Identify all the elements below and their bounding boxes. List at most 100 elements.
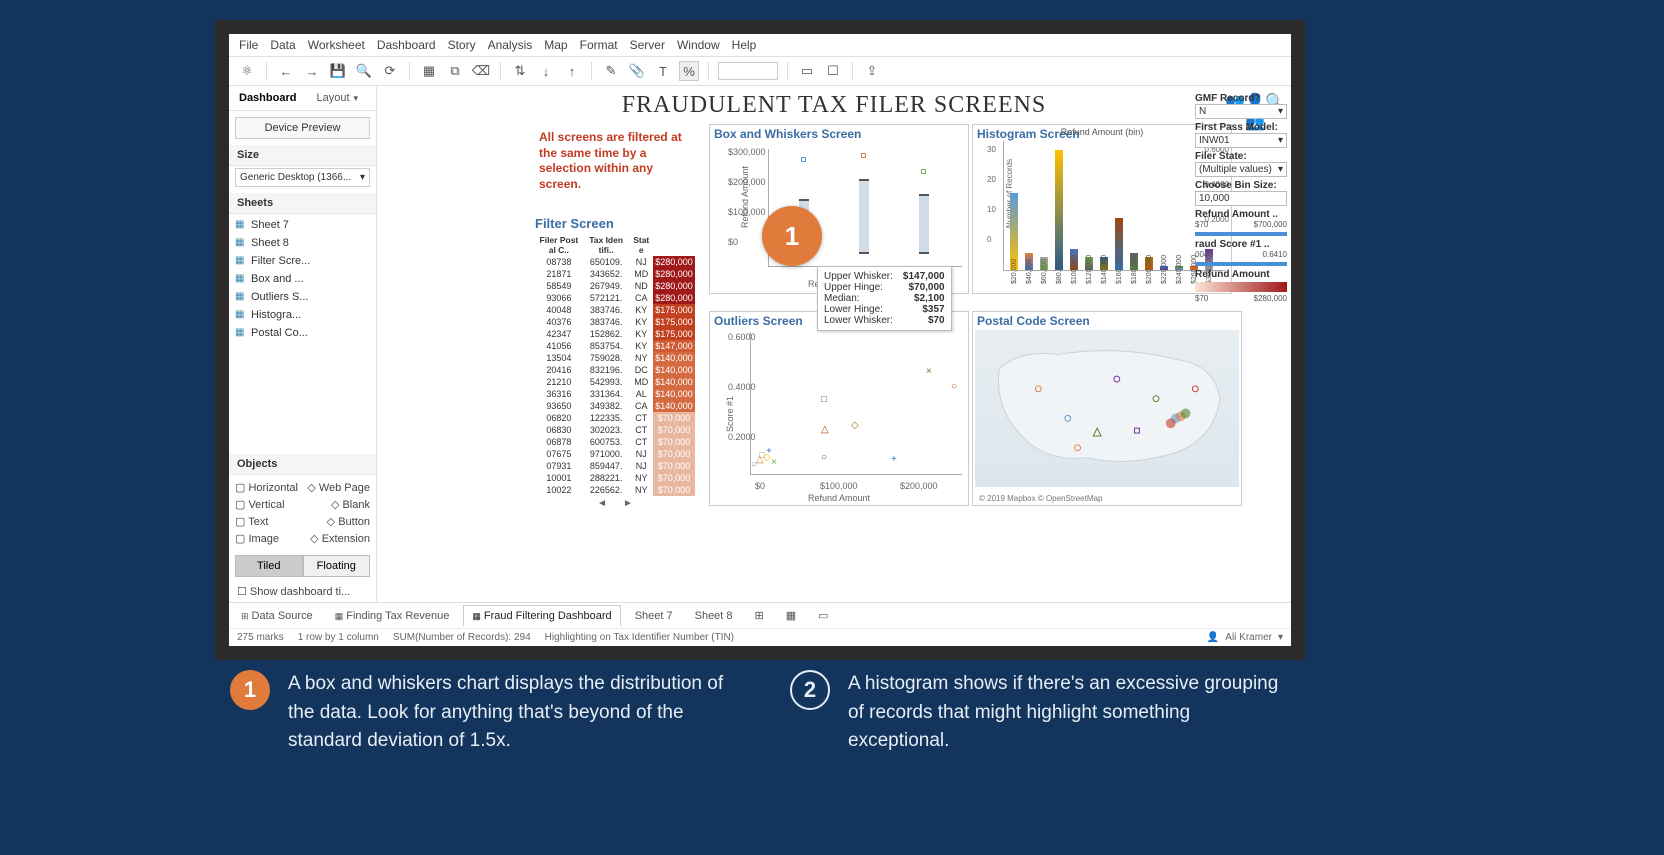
object-extension[interactable]: ◇ Extension — [310, 532, 370, 545]
table-row[interactable]: 08738650109.NJ$280,000 — [535, 256, 695, 268]
table-row[interactable]: 21210542993.MD$140,000 — [535, 376, 695, 388]
tab-sheet8[interactable]: Sheet 8 — [687, 606, 741, 626]
chevron-down-icon[interactable]: ▾ — [1278, 632, 1283, 643]
bin-input[interactable]: 10,000 — [1195, 191, 1287, 206]
table-row[interactable]: 36316331364.AL$140,000 — [535, 388, 695, 400]
table-row[interactable]: 41056853754.KY$147,000 — [535, 340, 695, 352]
tab-data-source[interactable]: ⊞Data Source — [233, 606, 321, 626]
refund-slider[interactable] — [1195, 232, 1287, 236]
table-row[interactable]: 10022226562.NY$70,000 — [535, 484, 695, 496]
table-row[interactable]: 06830302023.CT$70,000 — [535, 424, 695, 436]
worksheet-button[interactable]: ▦ — [419, 61, 439, 81]
new-data-button[interactable]: 🔍 — [354, 61, 374, 81]
table-row[interactable]: 42347152862.KY$175,000 — [535, 328, 695, 340]
duplicate-button[interactable]: ⧉ — [445, 61, 465, 81]
object-horizontal[interactable]: ▢ Horizontal — [235, 481, 298, 494]
cards-button[interactable]: ☐ — [823, 61, 843, 81]
object-text[interactable]: ▢ Text — [235, 515, 268, 528]
histogram-panel[interactable]: Histogram Screen Refund Amount (bin) Num… — [972, 124, 1232, 294]
sheet-item-1[interactable]: Sheet 8 — [229, 234, 376, 252]
scatter-point[interactable]: ○ — [821, 452, 827, 463]
scatter-point[interactable]: △ — [821, 424, 829, 435]
tab-fraud-dashboard[interactable]: ▦Fraud Filtering Dashboard — [463, 605, 620, 626]
scatter-point[interactable]: + — [766, 446, 772, 457]
table-row[interactable]: 10001288221.NY$70,000 — [535, 472, 695, 484]
scatter-point[interactable]: ○ — [951, 381, 957, 392]
presentation-button[interactable]: ▭ — [797, 61, 817, 81]
sheet-item-6[interactable]: Postal Co... — [229, 324, 376, 342]
scatter-point[interactable]: ◇ — [851, 420, 859, 431]
sheet-item-2[interactable]: Filter Scre... — [229, 252, 376, 270]
menu-server[interactable]: Server — [630, 38, 665, 52]
highlight-icon[interactable]: ✎ — [601, 61, 621, 81]
back-button[interactable]: ← — [276, 61, 296, 81]
scatter-point[interactable]: + — [891, 454, 897, 465]
menu-dashboard[interactable]: Dashboard — [377, 38, 436, 52]
user-name[interactable]: Ali Kramer — [1225, 632, 1272, 643]
object-vertical[interactable]: ▢ Vertical — [235, 498, 285, 511]
score-slider[interactable] — [1195, 262, 1287, 266]
object-image[interactable]: ▢ Image — [235, 532, 279, 545]
share-button[interactable]: ⇪ — [862, 61, 882, 81]
object-button[interactable]: ◇ Button — [327, 515, 370, 528]
show-title-checkbox[interactable]: ☐ Show dashboard ti... — [229, 581, 376, 602]
table-row[interactable]: 13504759028.NY$140,000 — [535, 352, 695, 364]
sheet-item-0[interactable]: Sheet 7 — [229, 216, 376, 234]
table-row[interactable]: 20416832196.DC$140,000 — [535, 364, 695, 376]
fpm-dropdown[interactable]: INW01▾ — [1195, 133, 1287, 148]
new-story-icon[interactable]: ▭ — [810, 605, 836, 626]
size-dropdown[interactable]: Generic Desktop (1366...▾ — [235, 168, 370, 187]
scatter-point[interactable]: □ — [821, 394, 827, 405]
forward-button[interactable]: → — [302, 61, 322, 81]
table-row[interactable]: 93650349382.CA$140,000 — [535, 400, 695, 412]
menu-file[interactable]: File — [239, 38, 258, 52]
menu-map[interactable]: Map — [544, 38, 567, 52]
floating-button[interactable]: Floating — [303, 555, 371, 577]
object-blank[interactable]: ◇ Blank — [331, 498, 370, 511]
new-sheet-icon[interactable]: ⊞ — [747, 605, 772, 626]
object-web-page[interactable]: ◇ Web Page — [307, 481, 370, 494]
text-icon[interactable]: T — [653, 61, 673, 81]
gmf-dropdown[interactable]: N▾ — [1195, 104, 1287, 119]
device-preview-button[interactable]: Device Preview — [235, 117, 370, 139]
new-dashboard-icon[interactable]: ▦ — [778, 605, 804, 626]
table-row[interactable]: 07931859447.NJ$70,000 — [535, 460, 695, 472]
refresh-button[interactable]: ⟳ — [380, 61, 400, 81]
sheet-item-4[interactable]: Outliers S... — [229, 288, 376, 306]
map[interactable] — [975, 330, 1239, 487]
filter-scroll[interactable]: ◄► — [535, 496, 695, 511]
table-row[interactable]: 06820122335.CT$70,000 — [535, 412, 695, 424]
tab-dashboard[interactable]: Dashboard — [229, 86, 306, 110]
hist-bar[interactable] — [1055, 150, 1063, 270]
table-row[interactable]: 58549267949.ND$280,000 — [535, 280, 695, 292]
menu-help[interactable]: Help — [732, 38, 757, 52]
sheet-item-5[interactable]: Histogra... — [229, 306, 376, 324]
fit-dropdown[interactable] — [718, 62, 778, 80]
table-row[interactable]: 40376383746.KY$175,000 — [535, 316, 695, 328]
menu-analysis[interactable]: Analysis — [488, 38, 533, 52]
group-icon[interactable]: 📎 — [627, 61, 647, 81]
sheet-item-3[interactable]: Box and ... — [229, 270, 376, 288]
tab-finding-tax[interactable]: ▦Finding Tax Revenue — [327, 606, 458, 626]
menu-story[interactable]: Story — [448, 38, 476, 52]
menu-data[interactable]: Data — [270, 38, 295, 52]
table-row[interactable]: 06878600753.CT$70,000 — [535, 436, 695, 448]
tab-sheet7[interactable]: Sheet 7 — [627, 606, 681, 626]
postal-code-panel[interactable]: Postal Code Screen — [972, 311, 1242, 506]
outliers-panel[interactable]: Outliers Screen Score #1 0.6000 0.4000 0… — [709, 311, 969, 506]
table-row[interactable]: 93066572121.CA$280,000 — [535, 292, 695, 304]
show-labels-button[interactable]: % — [679, 61, 699, 81]
tab-layout[interactable]: Layout▾ — [306, 86, 368, 110]
clear-button[interactable]: ⌫ — [471, 61, 491, 81]
state-dropdown[interactable]: (Multiple values)▾ — [1195, 162, 1287, 177]
scatter-point[interactable]: × — [926, 366, 932, 377]
table-row[interactable]: 21871343652.MD$280,000 — [535, 268, 695, 280]
menu-worksheet[interactable]: Worksheet — [308, 38, 365, 52]
sort-asc-button[interactable]: ↓ — [536, 61, 556, 81]
menu-format[interactable]: Format — [580, 38, 618, 52]
menu-window[interactable]: Window — [677, 38, 720, 52]
save-button[interactable]: 💾 — [328, 61, 348, 81]
tiled-button[interactable]: Tiled — [235, 555, 303, 577]
table-row[interactable]: 40048383746.KY$175,000 — [535, 304, 695, 316]
table-row[interactable]: 07675971000.NJ$70,000 — [535, 448, 695, 460]
